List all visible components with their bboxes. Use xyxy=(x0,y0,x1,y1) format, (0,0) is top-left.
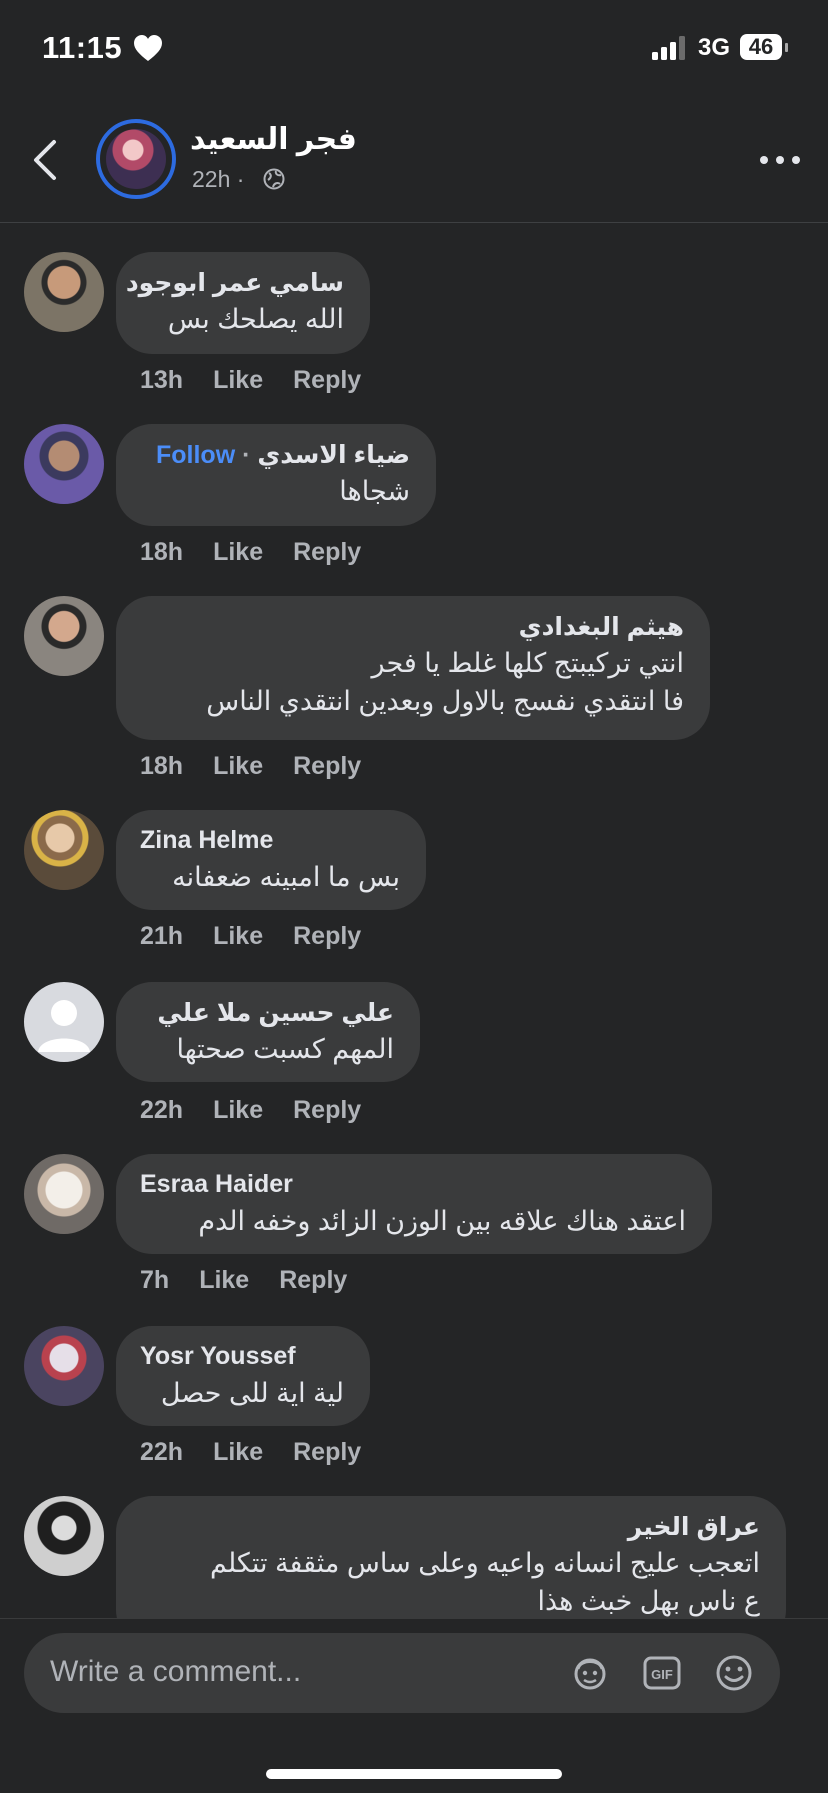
comment-text: اعتقد هناك علاقه بين الوزن الزائد وخفه ا… xyxy=(198,1206,686,1236)
status-bar: 11:15 3G 46 xyxy=(0,0,828,100)
comment-item: Yosr Youssef لية اية للى حصل 22h Like Repl… xyxy=(0,1326,828,1466)
commenter-name[interactable]: سامي عمر ابوجود xyxy=(126,268,344,298)
post-time: 22h · xyxy=(192,166,245,192)
comment-time: 13h xyxy=(140,366,184,394)
comment-bubble[interactable]: عراق الخير اتعجب عليج انسانه واعيه وعلى … xyxy=(116,1496,786,1618)
svg-text:GIF: GIF xyxy=(651,1667,673,1682)
comment-time: 7h xyxy=(140,1266,170,1294)
comment-bubble[interactable]: سامي عمر ابوجود الله يصلحك بس xyxy=(116,252,370,354)
commenter-name[interactable]: Yosr Youssef xyxy=(140,1342,296,1371)
globe-icon xyxy=(263,168,285,190)
reply-button[interactable]: Reply xyxy=(293,922,361,951)
post-header: فجر السعيد 22h · xyxy=(0,100,828,223)
like-button[interactable]: Like xyxy=(213,752,263,781)
like-button[interactable]: Like xyxy=(213,366,263,395)
comment-item: ضياء الاسدي · Follow شجاها 18h Like Reply xyxy=(0,424,828,567)
comment-text-line: ع ناس بهل خبث هذا xyxy=(537,1586,761,1616)
commenter-avatar[interactable] xyxy=(24,252,104,332)
reply-button[interactable]: Reply xyxy=(293,1096,361,1125)
comment-text: المهم كسبت صحتها xyxy=(176,1034,394,1064)
heart-icon xyxy=(134,35,162,61)
commenter-avatar[interactable] xyxy=(24,596,104,676)
comment-bubble[interactable]: علي حسين ملا علي المهم كسبت صحتها xyxy=(116,982,420,1082)
comment-bubble[interactable]: هيثم البغدادي انتي تركيبتج كلها غلط يا ف… xyxy=(116,596,710,740)
comment-time: 18h xyxy=(140,752,184,780)
like-button[interactable]: Like xyxy=(213,922,263,951)
commenter-avatar-default[interactable] xyxy=(24,982,104,1062)
battery-indicator: 46 xyxy=(740,34,788,62)
comment-actions: 7h Like Reply xyxy=(140,1266,377,1295)
separator-dot: · xyxy=(235,441,251,469)
comment-text-line: فا انتقدي نفسج بالاول وبعدين انتقدي النا… xyxy=(206,686,684,716)
like-button[interactable]: Like xyxy=(213,1096,263,1125)
comment-item: Esraa Haider اعتقد هناك علاقه بين الوزن … xyxy=(0,1154,828,1294)
commenter-avatar[interactable] xyxy=(24,1496,104,1576)
home-indicator[interactable] xyxy=(266,1769,562,1779)
like-button[interactable]: Like xyxy=(213,538,263,567)
comment-time: 21h xyxy=(140,922,184,950)
comment-input[interactable]: Write a comment... GIF xyxy=(24,1633,780,1713)
battery-cap xyxy=(785,43,788,52)
author-name[interactable]: فجر السعيد xyxy=(190,122,357,157)
battery-level: 46 xyxy=(740,34,782,60)
comment-item: سامي عمر ابوجود الله يصلحك بس 13h Like Rep… xyxy=(0,252,828,395)
commenter-name[interactable]: عراق الخير xyxy=(628,1512,760,1542)
comment-text: بس ما امبينه ضعفانه xyxy=(172,862,400,892)
commenter-avatar[interactable] xyxy=(24,1154,104,1234)
comment-item: هيثم البغدادي انتي تركيبتج كلها غلط يا ف… xyxy=(0,596,828,780)
comment-text-line: انتي تركيبتج كلها غلط يا فجر xyxy=(371,648,684,678)
emoji-icon[interactable] xyxy=(714,1653,754,1693)
follow-button[interactable]: Follow xyxy=(156,441,235,469)
like-button[interactable]: Like xyxy=(213,1438,263,1467)
comment-bubble[interactable]: Esraa Haider اعتقد هناك علاقه بين الوزن … xyxy=(116,1154,712,1254)
comment-bubble[interactable]: ضياء الاسدي · Follow شجاها xyxy=(116,424,436,526)
comment-actions: 18h Like Reply xyxy=(140,752,391,781)
comment-input-placeholder: Write a comment... xyxy=(50,1655,302,1688)
more-icon[interactable] xyxy=(758,148,802,172)
comment-bubble[interactable]: Yosr Youssef لية اية للى حصل xyxy=(116,1326,370,1426)
commenter-name-row: ضياء الاسدي · Follow xyxy=(156,440,410,470)
author-avatar[interactable] xyxy=(96,119,176,199)
reply-button[interactable]: Reply xyxy=(293,752,361,781)
signal-icon xyxy=(652,36,685,60)
comment-time: 18h xyxy=(140,538,184,566)
comment-text: الله يصلحك بس xyxy=(167,304,344,334)
comment-actions: 21h Like Reply xyxy=(140,922,391,951)
author-avatar-image xyxy=(106,129,166,189)
comment-actions: 22h Like Reply xyxy=(140,1438,391,1467)
comment-item: عراق الخير اتعجب عليج انسانه واعيه وعلى … xyxy=(0,1496,828,1618)
commenter-name[interactable]: Esraa Haider xyxy=(140,1170,293,1199)
commenter-name[interactable]: ضياء الاسدي xyxy=(257,441,410,469)
back-icon[interactable] xyxy=(30,138,60,182)
reply-button[interactable]: Reply xyxy=(279,1266,347,1295)
reply-button[interactable]: Reply xyxy=(293,366,361,395)
reply-button[interactable]: Reply xyxy=(293,1438,361,1467)
gif-icon[interactable]: GIF xyxy=(642,1653,682,1693)
comment-item: علي حسين ملا علي المهم كسبت صحتها 22h Lik… xyxy=(0,982,828,1125)
comment-actions: 22h Like Reply xyxy=(140,1096,391,1125)
commenter-name[interactable]: هيثم البغدادي xyxy=(519,612,684,642)
comment-composer-bar: Write a comment... GIF xyxy=(0,1618,828,1793)
comment-actions: 13h Like Reply xyxy=(140,366,391,395)
default-avatar-icon xyxy=(38,1000,90,1052)
comment-bubble[interactable]: Zina Helme بس ما امبينه ضعفانه xyxy=(116,810,426,910)
comment-time: 22h xyxy=(140,1438,184,1466)
commenter-avatar[interactable] xyxy=(24,1326,104,1406)
comment-text: شجاها xyxy=(339,476,410,506)
status-time: 11:15 xyxy=(42,30,123,65)
comment-text: لية اية للى حصل xyxy=(160,1378,344,1408)
commenter-name[interactable]: علي حسين ملا علي xyxy=(157,998,394,1028)
commenter-name[interactable]: Zina Helme xyxy=(140,826,273,855)
commenter-avatar[interactable] xyxy=(24,810,104,890)
comment-item: Zina Helme بس ما امبينه ضعفانه 21h Like Re… xyxy=(0,810,828,950)
comment-actions: 18h Like Reply xyxy=(140,538,391,567)
reply-button[interactable]: Reply xyxy=(293,538,361,567)
like-button[interactable]: Like xyxy=(199,1266,249,1295)
network-type: 3G xyxy=(698,34,731,61)
comment-time: 22h xyxy=(140,1096,184,1124)
comment-text-line: اتعجب عليج انسانه واعيه وعلى ساس مثقفة ت… xyxy=(210,1548,760,1578)
avatar-sticker-icon[interactable] xyxy=(570,1653,610,1693)
commenter-avatar[interactable] xyxy=(24,424,104,504)
